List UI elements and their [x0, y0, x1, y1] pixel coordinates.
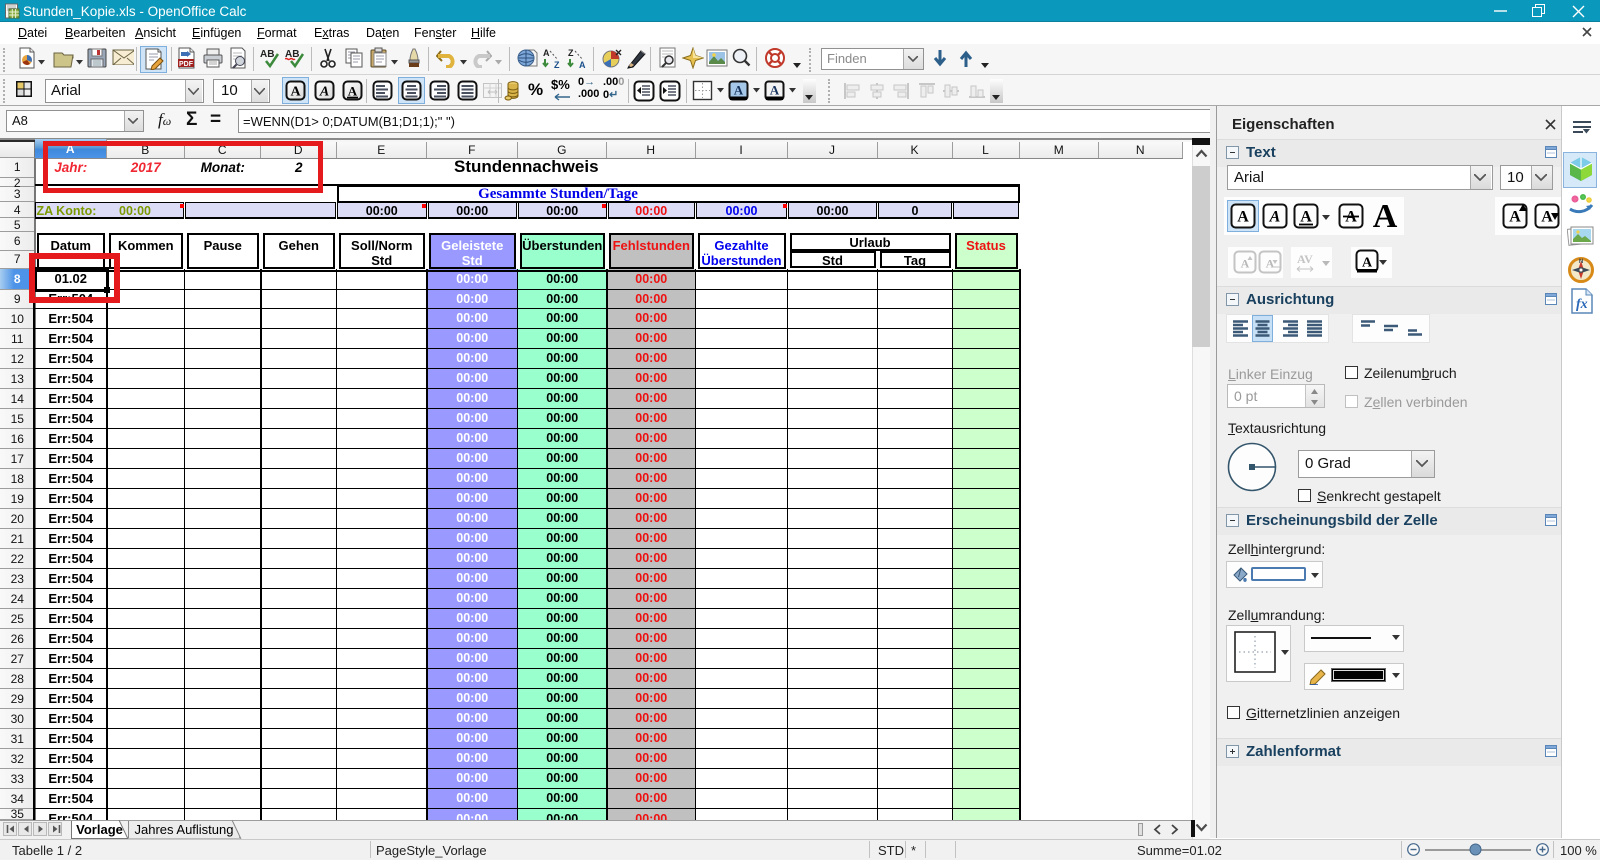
svg-text:fx: fx: [1576, 297, 1588, 312]
svg-text:A: A: [1373, 200, 1398, 232]
svg-text:Z: Z: [554, 60, 560, 69]
svg-text:A: A: [319, 85, 329, 100]
svg-text:A: A: [1300, 209, 1312, 226]
svg-text:A: A: [579, 60, 586, 69]
svg-text:A: A: [348, 84, 358, 99]
svg-text:A: A: [290, 85, 301, 100]
svg-text:A: A: [1266, 256, 1275, 270]
svg-text:A: A: [1269, 209, 1281, 226]
svg-text:AV: AV: [1297, 252, 1313, 266]
svg-text:A: A: [770, 83, 780, 98]
svg-text:A: A: [1362, 255, 1373, 270]
svg-text:AB: AB: [260, 49, 274, 60]
svg-text:A: A: [543, 48, 550, 58]
svg-text:A: A: [1237, 209, 1249, 226]
svg-text:A: A: [734, 83, 744, 98]
svg-text:Z: Z: [568, 48, 574, 58]
svg-text:PDF: PDF: [179, 61, 194, 68]
svg-text:A: A: [1241, 256, 1250, 270]
svg-text:N: N: [1579, 259, 1583, 265]
